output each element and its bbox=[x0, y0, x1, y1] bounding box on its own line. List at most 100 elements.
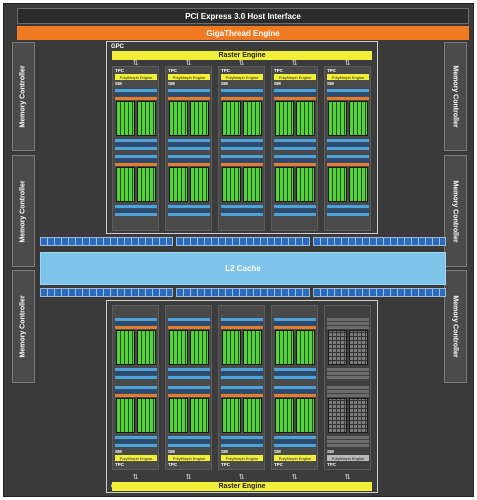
sm-label: SM bbox=[221, 449, 228, 454]
sm-stripe bbox=[274, 97, 316, 100]
cuda-core-block bbox=[169, 167, 188, 202]
sm-stripe bbox=[327, 326, 369, 329]
tpc-label: TPC bbox=[221, 462, 230, 467]
sm-stripe bbox=[327, 390, 369, 393]
streaming-multiprocessor bbox=[327, 318, 369, 380]
sm-stripe bbox=[168, 436, 210, 439]
sm-stripe bbox=[168, 368, 210, 371]
sm-stripe bbox=[221, 159, 263, 162]
sm-stripe bbox=[168, 372, 210, 375]
sm-stripe bbox=[221, 209, 263, 212]
sm-stripe bbox=[168, 97, 210, 100]
sm-stripe bbox=[327, 155, 369, 158]
sm-stripe bbox=[168, 159, 210, 162]
sm-stripe bbox=[115, 147, 157, 150]
cuda-core-block bbox=[296, 101, 315, 136]
tpc: TPC PolyMorph Engine SM bbox=[112, 305, 159, 470]
tpc-label: TPC bbox=[221, 68, 230, 73]
sm-stripe bbox=[327, 159, 369, 162]
tpc-label: TPC bbox=[327, 68, 336, 73]
sm-stripe bbox=[115, 436, 157, 439]
sm-stripe bbox=[327, 97, 369, 100]
polymorph-engine: PolyMorph Engine bbox=[327, 74, 369, 80]
l2-bottom-strip bbox=[40, 288, 446, 297]
l2-cache: L2 Cache bbox=[40, 252, 446, 285]
sm-stripe bbox=[274, 440, 316, 443]
cuda-core-block bbox=[116, 398, 135, 433]
cuda-core-block bbox=[349, 398, 368, 433]
cuda-core-block bbox=[349, 330, 368, 365]
sm-stripe bbox=[221, 394, 263, 397]
cuda-core-block bbox=[275, 101, 294, 136]
streaming-multiprocessor bbox=[221, 318, 263, 380]
cuda-core-block bbox=[169, 101, 188, 136]
memory-controller-right-3: Memory Controller bbox=[444, 270, 467, 383]
sm-stripe bbox=[115, 97, 157, 100]
streaming-multiprocessor bbox=[115, 386, 157, 448]
sm-stripe bbox=[115, 444, 157, 447]
sm-stripe bbox=[274, 89, 316, 92]
sm-stripe bbox=[168, 394, 210, 397]
gigathread-engine: GigaThread Engine bbox=[17, 26, 469, 40]
cuda-core-block bbox=[275, 330, 294, 365]
sm-stripe bbox=[221, 155, 263, 158]
sm-stripe bbox=[168, 147, 210, 150]
cuda-core-block bbox=[243, 330, 262, 365]
l2-segment bbox=[312, 237, 446, 246]
polymorph-engine: PolyMorph Engine bbox=[274, 455, 316, 461]
cuda-core-block bbox=[243, 167, 262, 202]
cuda-core-block bbox=[169, 398, 188, 433]
sm-stripe bbox=[327, 376, 369, 379]
sm-stripe bbox=[115, 326, 157, 329]
streaming-multiprocessor bbox=[274, 155, 316, 217]
sm-stripe bbox=[274, 394, 316, 397]
sm-stripe bbox=[327, 163, 369, 166]
sm-stripe bbox=[221, 444, 263, 447]
sm-stripe bbox=[115, 318, 157, 321]
sm-stripe bbox=[327, 444, 369, 447]
cuda-core-block bbox=[222, 330, 241, 365]
memory-controller-left-2: Memory Controller bbox=[12, 155, 35, 267]
sm-stripe bbox=[168, 213, 210, 216]
cuda-core-block bbox=[243, 101, 262, 136]
streaming-multiprocessor bbox=[115, 155, 157, 217]
sm-stripe bbox=[168, 326, 210, 329]
sm-label: SM bbox=[115, 449, 122, 454]
sm-stripe bbox=[327, 209, 369, 212]
sm-stripe bbox=[168, 440, 210, 443]
cuda-core-block bbox=[275, 167, 294, 202]
cuda-core-block bbox=[190, 167, 209, 202]
sm-stripe bbox=[221, 318, 263, 321]
l2-top-strip bbox=[40, 237, 446, 246]
sm-stripe bbox=[274, 376, 316, 379]
gpu-block-diagram: PCI Express 3.0 Host Interface GigaThrea… bbox=[3, 3, 474, 497]
sm-stripe bbox=[327, 147, 369, 150]
tpc-label: TPC bbox=[274, 462, 283, 467]
polymorph-engine: PolyMorph Engine bbox=[221, 455, 263, 461]
sm-stripe bbox=[115, 386, 157, 389]
cuda-core-block bbox=[222, 167, 241, 202]
sm-stripe bbox=[115, 390, 157, 393]
sm-stripe bbox=[221, 322, 263, 325]
tpc: TPC PolyMorph Engine SM bbox=[324, 305, 371, 470]
sm-stripe bbox=[221, 440, 263, 443]
tpc-label: TPC bbox=[115, 462, 124, 467]
sm-stripe bbox=[274, 386, 316, 389]
cuda-core-block bbox=[296, 167, 315, 202]
sm-stripe bbox=[327, 89, 369, 92]
sm-stripe bbox=[274, 318, 316, 321]
tpc: TPC PolyMorph Engine SM bbox=[218, 305, 265, 470]
sm-stripe bbox=[327, 372, 369, 375]
gpc-label: GPC bbox=[111, 44, 125, 50]
cuda-core-block bbox=[116, 330, 135, 365]
sm-stripe bbox=[274, 326, 316, 329]
sm-stripe bbox=[274, 147, 316, 150]
streaming-multiprocessor bbox=[221, 89, 263, 151]
sm-stripe bbox=[274, 213, 316, 216]
sm-stripe bbox=[115, 322, 157, 325]
cuda-core-block bbox=[328, 330, 347, 365]
l2-segment bbox=[40, 288, 174, 297]
sm-stripe bbox=[221, 386, 263, 389]
sm-stripe bbox=[168, 322, 210, 325]
sm-stripe bbox=[168, 155, 210, 158]
